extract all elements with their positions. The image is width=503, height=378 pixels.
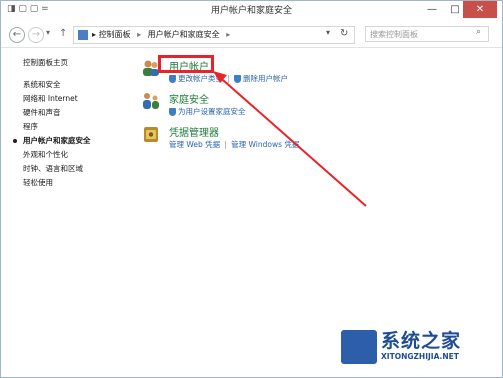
red-arrow-annotation: [213, 71, 367, 207]
control-panel-window: ◨ ▢ ▢ = 用户帐户和家庭安全 — □ ✕ ← → ▾ ↑ ▸ 控制面板 ▸…: [0, 0, 503, 378]
watermark-url: XITONGZHIJIA.NET: [381, 352, 459, 361]
watermark: 系统之家 XITONGZHIJIA.NET: [341, 324, 501, 376]
watermark-text: 系统之家: [381, 330, 462, 352]
watermark-logo-icon: [341, 330, 377, 364]
